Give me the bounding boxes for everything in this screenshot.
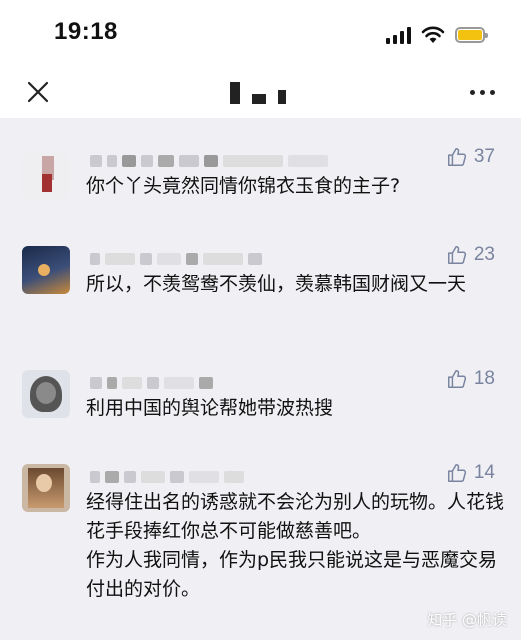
comment-item: 18 利用中国的舆论帮她带波热搜 [0, 366, 521, 436]
comment-text: 利用中国的舆论帮她带波热搜 [86, 397, 334, 419]
like-count: 37 [473, 146, 495, 167]
thumbs-up-icon [447, 148, 466, 166]
comment-text: 你个丫头竟然同情你锦衣玉食的主子? [86, 175, 401, 197]
thumbs-up-icon [447, 370, 466, 388]
like-button[interactable]: 14 [446, 462, 495, 484]
comment-item: 23 所以，不羡鸳鸯不羡仙，羡慕韩国财阀又一天 [0, 242, 521, 342]
like-button[interactable]: 37 [446, 146, 495, 168]
thumbs-up-icon [447, 246, 466, 264]
like-button[interactable]: 18 [446, 368, 495, 390]
avatar[interactable] [22, 370, 70, 418]
watermark: 知乎 @帆读 [427, 611, 507, 629]
comment-item: 37 你个丫头竟然同情你锦衣玉食的主子? [0, 144, 521, 224]
wifi-icon [421, 26, 445, 43]
username-redacted [90, 252, 262, 266]
username-redacted [90, 376, 213, 390]
cellular-signal-icon [386, 26, 411, 44]
like-count: 23 [473, 244, 495, 265]
nav-title-redacted [230, 82, 286, 104]
battery-icon [455, 27, 488, 43]
avatar[interactable] [22, 246, 70, 294]
status-bar: 19:18 [0, 0, 521, 68]
username-redacted [90, 470, 244, 484]
like-button[interactable]: 23 [446, 244, 495, 266]
nav-bar [0, 68, 521, 118]
thumbs-up-icon [447, 464, 466, 482]
avatar[interactable] [22, 464, 70, 512]
comment-list: 37 你个丫头竟然同情你锦衣玉食的主子? 23 所以，不羡鸳鸯不羡仙，羡慕韩国财… [0, 118, 521, 640]
comment-text: 经得住出名的诱惑就不会沦为别人的玩物。人花钱花手段捧红你总不可能做慈善吧。 作为… [86, 491, 505, 600]
close-icon[interactable] [26, 80, 50, 104]
more-icon[interactable] [470, 90, 495, 95]
like-count: 18 [473, 368, 495, 389]
comment-text: 所以，不羡鸳鸯不羡仙，羡慕韩国财阀又一天 [86, 273, 467, 295]
status-time: 19:18 [54, 18, 118, 45]
username-redacted [90, 154, 328, 168]
status-icons [386, 22, 488, 48]
like-count: 14 [473, 462, 495, 483]
avatar[interactable] [22, 152, 70, 200]
